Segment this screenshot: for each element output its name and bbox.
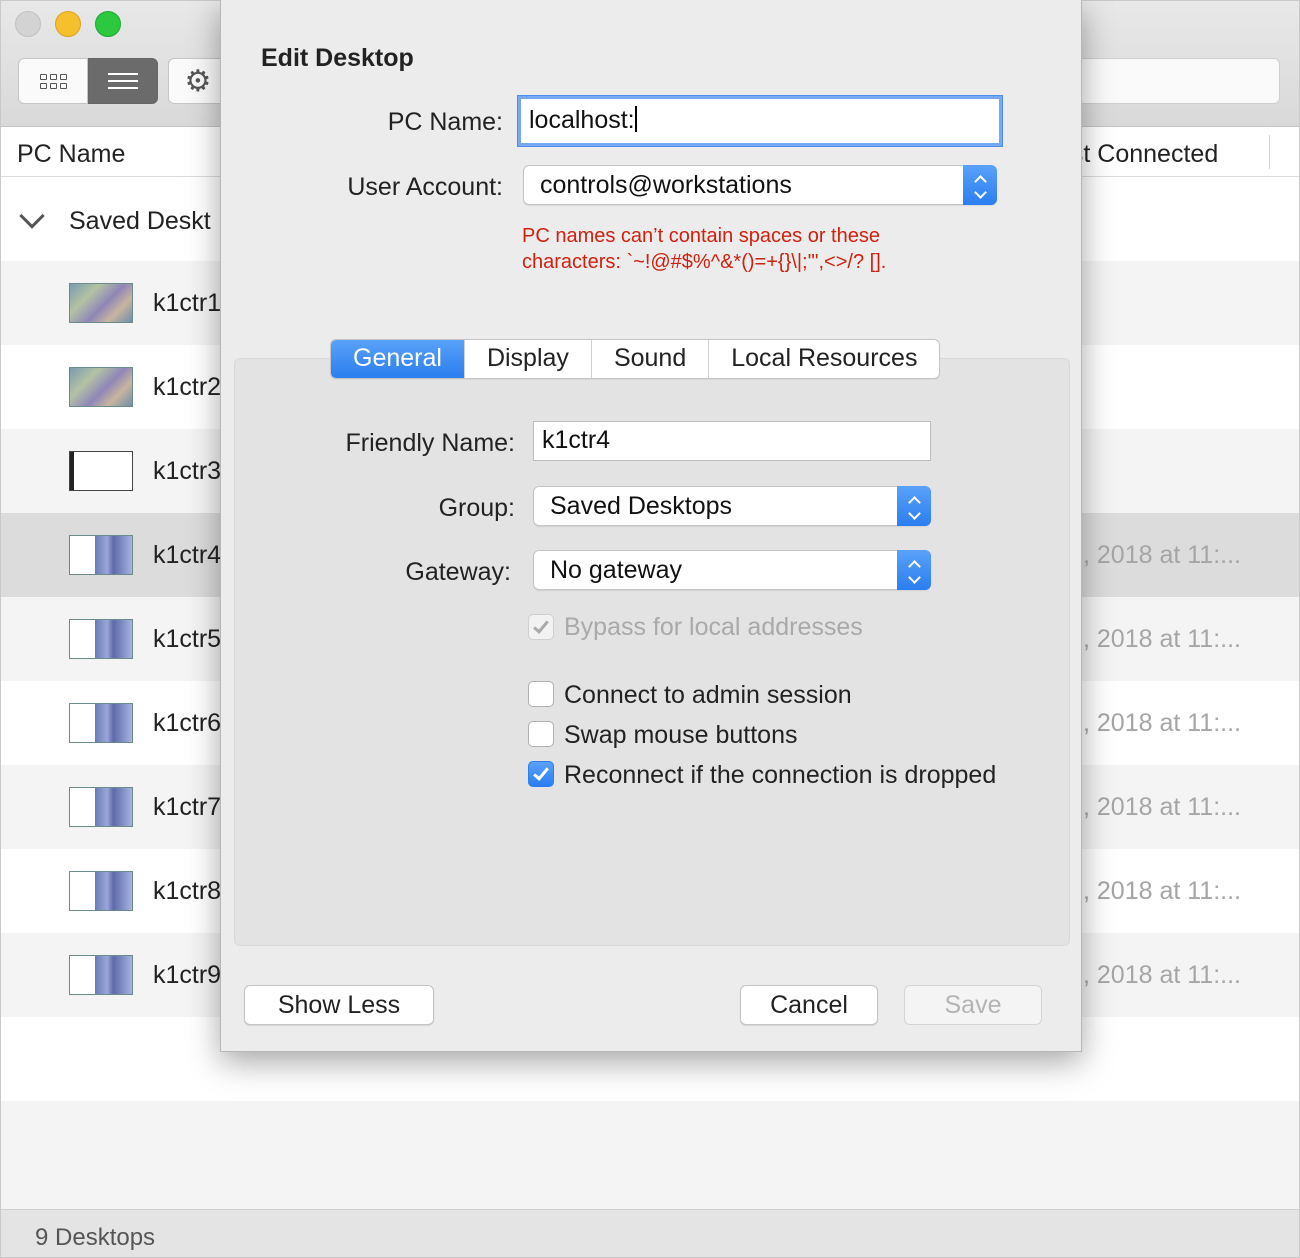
desktop-last-connected: , 2018 at 11:...	[1083, 877, 1241, 905]
friendly-name-label: Friendly Name:	[345, 429, 516, 457]
group-label: Saved Deskt	[69, 207, 211, 235]
zoom-button[interactable]	[95, 11, 121, 37]
pc-name-error: PC names can’t contain spaces or these c…	[522, 223, 952, 275]
close-button[interactable]	[15, 11, 41, 37]
error-line-2: characters: `~!@#$%^&*()=+{}\|;'",<>/? […	[522, 251, 887, 273]
desktop-name: k1ctr9	[153, 961, 222, 989]
desktop-last-connected: , 2018 at 11:...	[1083, 625, 1241, 653]
list-view-button[interactable]	[88, 58, 158, 104]
save-button[interactable]: Save	[904, 985, 1042, 1025]
desktop-name: k1ctr7	[153, 793, 222, 821]
cancel-button[interactable]: Cancel	[740, 985, 878, 1025]
checkmark-icon	[533, 617, 549, 634]
chevron-down-icon[interactable]	[19, 203, 45, 229]
desktop-name: k1ctr6	[153, 709, 222, 737]
search-input[interactable]	[1071, 58, 1280, 104]
group-select[interactable]: Saved Desktops	[533, 486, 931, 526]
desktop-thumbnail	[69, 451, 133, 491]
desktop-thumbnail	[69, 955, 133, 995]
minimize-button[interactable]	[55, 11, 81, 37]
desktop-name: k1ctr8	[153, 877, 222, 905]
settings-tabs: General Display Sound Local Resources	[330, 339, 941, 379]
reconnect-label: Reconnect if the connection is dropped	[564, 761, 997, 789]
user-account-value: controls@workstations	[540, 171, 792, 199]
bypass-label: Bypass for local addresses	[564, 613, 863, 641]
popup-arrows-icon	[897, 486, 931, 526]
friendly-name-value: k1ctr4	[542, 426, 611, 454]
settings-button[interactable]: ⚙	[168, 58, 228, 104]
pc-name-label: PC Name:	[387, 108, 503, 136]
desktop-thumbnail	[69, 787, 133, 827]
gateway-label: Gateway:	[405, 558, 511, 586]
gateway-select[interactable]: No gateway	[533, 550, 931, 590]
grid-view-button[interactable]	[18, 58, 88, 104]
bypass-checkbox[interactable]	[528, 614, 554, 640]
desktop-thumbnail	[69, 367, 133, 407]
column-pc-name[interactable]: PC Name	[17, 140, 125, 169]
friendly-name-input[interactable]: k1ctr4	[533, 421, 931, 461]
tab-general[interactable]: General	[331, 340, 465, 378]
desktop-thumbnail	[69, 535, 133, 575]
desktop-name: k1ctr3	[153, 457, 222, 485]
desktop-thumbnail	[69, 871, 133, 911]
list-icon	[108, 73, 138, 89]
edit-desktop-sheet: Edit Desktop PC Name: localhost: User Ac…	[220, 0, 1082, 1052]
error-line-1: PC names can’t contain spaces or these	[522, 225, 880, 247]
tab-display[interactable]: Display	[465, 340, 592, 378]
desktop-last-connected: , 2018 at 11:...	[1083, 541, 1241, 569]
desktop-name: k1ctr5	[153, 625, 222, 653]
tab-sound[interactable]: Sound	[592, 340, 710, 378]
popup-arrows-icon	[897, 550, 931, 590]
desktop-thumbnail	[69, 703, 133, 743]
user-account-select[interactable]: controls@workstations	[523, 165, 997, 205]
text-caret	[634, 106, 637, 132]
empty-row	[1, 1101, 1299, 1209]
show-less-button[interactable]: Show Less	[244, 985, 434, 1025]
desktop-count: 9 Desktops	[35, 1224, 156, 1251]
desktop-name: k1ctr1	[153, 289, 222, 317]
admin-session-label: Connect to admin session	[564, 681, 852, 709]
tab-local-resources[interactable]: Local Resources	[709, 340, 939, 378]
desktop-thumbnail	[69, 619, 133, 659]
grid-icon	[39, 73, 67, 89]
desktop-name: k1ctr4	[153, 541, 222, 569]
desktop-last-connected: , 2018 at 11:...	[1083, 793, 1241, 821]
swap-mouse-checkbox[interactable]	[528, 721, 554, 747]
reconnect-checkbox[interactable]	[528, 761, 554, 787]
desktop-thumbnail	[69, 283, 133, 323]
group-label: Group:	[438, 494, 515, 522]
desktop-last-connected: , 2018 at 11:...	[1083, 961, 1241, 989]
swap-mouse-label: Swap mouse buttons	[564, 721, 798, 749]
group-value: Saved Desktops	[550, 492, 733, 520]
sheet-title: Edit Desktop	[261, 44, 414, 72]
desktop-name: k1ctr2	[153, 373, 222, 401]
user-account-label: User Account:	[347, 173, 503, 201]
admin-session-checkbox[interactable]	[528, 681, 554, 707]
gateway-value: No gateway	[550, 556, 683, 584]
desktop-last-connected: , 2018 at 11:...	[1083, 709, 1241, 737]
column-divider	[1269, 135, 1270, 169]
gear-icon: ⚙	[184, 64, 212, 98]
popup-arrows-icon	[963, 165, 997, 205]
checkmark-icon	[533, 764, 549, 781]
pc-name-input[interactable]: localhost:	[518, 96, 1002, 146]
pc-name-value: localhost:	[529, 106, 635, 134]
status-bar: 9 Desktops	[1, 1209, 1299, 1257]
